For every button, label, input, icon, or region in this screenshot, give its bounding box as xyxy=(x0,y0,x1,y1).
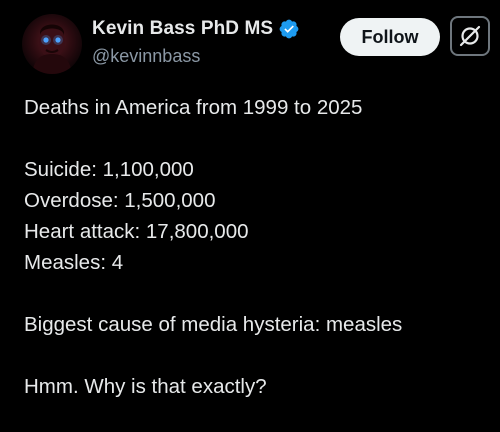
stat-line-measles: Measles: 4 xyxy=(24,251,124,274)
author-avatar[interactable] xyxy=(22,14,82,74)
stat-line-overdose: Overdose: 1,500,000 xyxy=(24,189,216,212)
post-conclusion: Biggest cause of media hysteria: measles xyxy=(24,313,403,336)
author-name-row: Kevin Bass PhD MS xyxy=(92,16,300,42)
author-name[interactable]: Kevin Bass PhD MS xyxy=(92,18,273,40)
post-title-line: Deaths in America from 1999 to 2025 xyxy=(24,96,363,119)
follow-button[interactable]: Follow xyxy=(340,18,440,56)
post-question: Hmm. Why is that exactly? xyxy=(24,375,267,398)
avatar-photo-icon xyxy=(32,24,72,74)
author-handle[interactable]: @kevinnbass xyxy=(92,46,200,67)
post-header: Kevin Bass PhD MS @kevinnbass Follow xyxy=(0,0,500,80)
stat-line-suicide: Suicide: 1,100,000 xyxy=(24,158,194,181)
stat-line-heart-attack: Heart attack: 17,800,000 xyxy=(24,220,249,243)
grok-button[interactable] xyxy=(450,16,490,56)
grok-icon xyxy=(459,25,481,47)
post-body: Deaths in America from 1999 to 2025 Suic… xyxy=(24,92,494,402)
verified-badge-icon xyxy=(278,18,300,40)
